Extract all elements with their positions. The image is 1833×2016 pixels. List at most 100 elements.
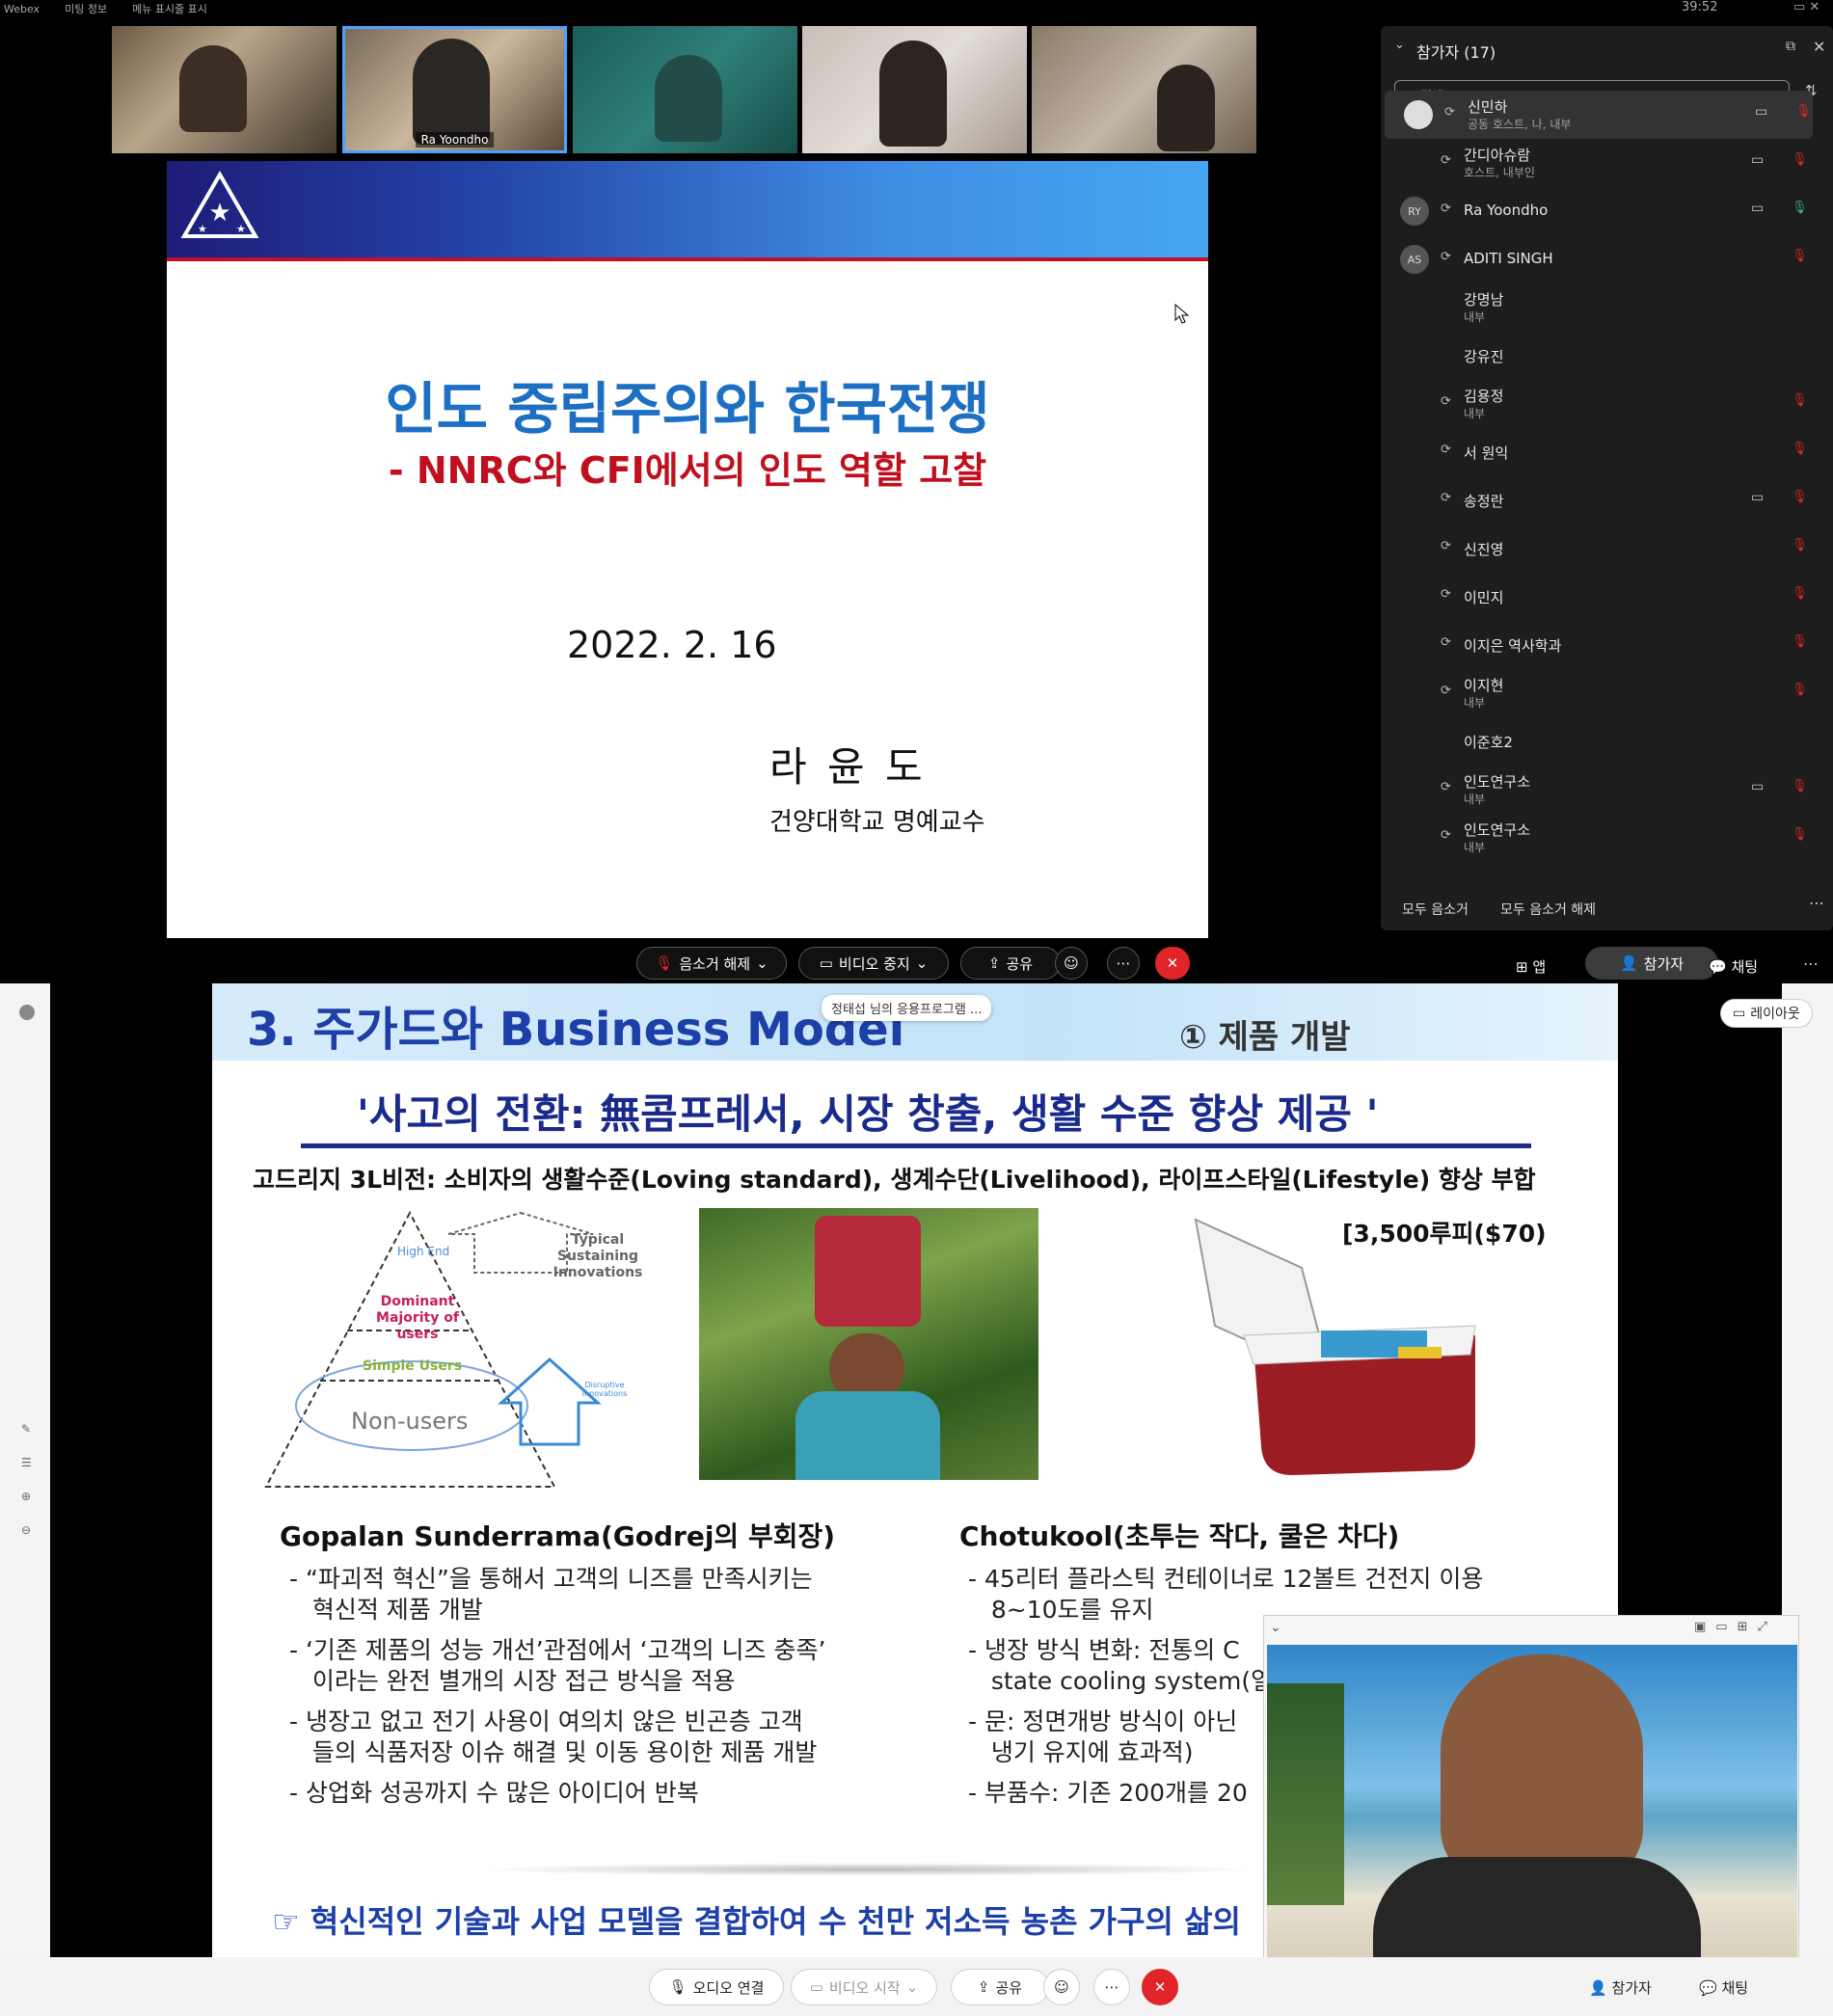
participant-row[interactable]: 강명남 내부 — [1381, 283, 1833, 332]
participant-name: 강명남 — [1464, 291, 1504, 309]
video-view-controls[interactable]: ▣▭⊞⤢ — [1694, 1620, 1777, 1634]
chat-button[interactable]: 💬 채팅 — [1709, 956, 1758, 977]
share-icon: ⇪ — [977, 1978, 990, 1996]
bullet-line: 이라는 완전 별개의 시장 접근 방식을 적용 — [289, 1667, 736, 1695]
slide-header-divider — [167, 257, 1208, 261]
mic-muted-icon[interactable]: 🎙 — [1792, 249, 1808, 263]
layout-button[interactable]: ▭ 레이아웃 — [1720, 999, 1813, 1028]
connect-audio-button[interactable]: 🎙 오디오 연결 — [649, 1969, 784, 2005]
video-thumb-3[interactable] — [573, 26, 797, 153]
mic-muted-icon[interactable]: 🎙 — [1792, 827, 1808, 842]
device-sync-icon: ⟳ — [1441, 153, 1451, 168]
bullet-line: - 45리터 플라스틱 컨테이너로 12볼트 건전지 이용 — [968, 1565, 1484, 1593]
reactions-button[interactable]: ☺ — [1055, 947, 1088, 980]
bullet-line: - 냉장 방식 변화: 전통의 C — [968, 1636, 1240, 1664]
participant-row[interactable]: AS ⟳ ADITI SINGH 🎙 — [1381, 235, 1833, 283]
mic-on-icon[interactable]: 🎙 — [1792, 201, 1808, 215]
participant-row[interactable]: ⟳ 서 원익 🎙 — [1381, 428, 1833, 476]
participant-row[interactable]: ⟳ 인도연구소 내부 ▭ 🎙 — [1381, 766, 1833, 814]
person-silhouette — [655, 55, 722, 142]
participants-button[interactable]: 👤 참가자 — [1585, 947, 1718, 980]
video-thumb-2-active[interactable]: Ra Yoondho — [342, 26, 567, 153]
mic-muted-icon[interactable]: 🎙 — [1792, 538, 1808, 552]
chat-label-2: 채팅 — [1721, 1979, 1749, 1997]
slide2-heading: 3. 주가드와 Business Model — [247, 1003, 905, 1057]
top-control-bar: 🎙 음소거 해제 ⌄ ▭ 비디오 중지 ⌄ ⇪ 공유 ☺ ⋯ ✕ ⊞ 앱 👤 참가자 💬 채… — [0, 945, 1833, 983]
mic-muted-icon[interactable]: 🎙 — [1795, 104, 1812, 119]
participant-row[interactable]: ⟳ 인도연구소 내부 🎙 — [1381, 814, 1833, 862]
collapse-chevron-icon[interactable]: ⌄ — [1394, 38, 1405, 52]
stop-video-button[interactable]: ▭ 비디오 중지 ⌄ — [798, 947, 949, 980]
video-thumb-5[interactable] — [1032, 26, 1256, 153]
slide-title: 인도 중립주의와 한국전쟁 — [385, 376, 990, 442]
mic-muted-icon[interactable]: 🎙 — [1792, 634, 1808, 649]
layout-label: 레이아웃 — [1750, 1007, 1800, 1022]
pyramid-simple-users: Simple Users — [363, 1358, 463, 1374]
mic-muted-icon[interactable]: 🎙 — [1792, 683, 1808, 697]
mic-muted-icon[interactable]: 🎙 — [1792, 779, 1808, 793]
participant-row[interactable]: ⟳ 이지은 역사학과 🎙 — [1381, 621, 1833, 669]
collapse-icon[interactable]: ⌄ — [1270, 1620, 1281, 1635]
participants-button-2[interactable]: 👤 참가자 — [1589, 1977, 1652, 1998]
mute-all-button[interactable]: 모두 음소거 — [1402, 900, 1469, 919]
video-thumb-1[interactable] — [112, 26, 337, 153]
mic-muted-icon[interactable]: 🎙 — [1792, 586, 1808, 601]
star-triangle-logo-icon: ★ ★ ★ — [180, 171, 259, 238]
stop-video-label: 비디오 중지 — [838, 954, 910, 973]
participant-role: 내부 — [1464, 696, 1486, 710]
participant-role: 내부 — [1464, 793, 1486, 806]
more-options-button-2[interactable]: ⋯ — [1093, 1969, 1130, 2005]
unmute-all-button[interactable]: 모두 음소거 해제 — [1500, 900, 1596, 919]
more-icon[interactable]: ⋯ — [1803, 954, 1819, 973]
floating-video-window[interactable]: ⌄ ▣▭⊞⤢ — [1263, 1615, 1799, 1962]
participant-row[interactable]: 강유진 — [1381, 332, 1833, 380]
more-options-button[interactable]: ⋯ — [1107, 947, 1140, 980]
start-video-button[interactable]: ▭ 비디오 시작 ⌄ — [791, 1969, 937, 2005]
mic-muted-icon[interactable]: 🎙 — [1792, 393, 1808, 408]
chat-button-2[interactable]: 💬 채팅 — [1699, 1977, 1748, 1998]
participant-row[interactable]: ⟳ 신진영 🎙 — [1381, 524, 1833, 573]
share-label: 공유 — [1006, 954, 1034, 973]
unmute-button[interactable]: 🎙 음소거 해제 ⌄ — [636, 947, 787, 980]
menu-show-menubar[interactable]: 메뉴 표시줄 표시 — [132, 1, 207, 16]
share-icon: ⇪ — [987, 954, 1001, 972]
participant-row[interactable]: ⟳ 이민지 🎙 — [1381, 573, 1833, 621]
participant-row[interactable]: 이준호2 — [1381, 717, 1833, 766]
apps-icon: ⊞ — [1516, 958, 1533, 976]
participant-row[interactable]: ⟳ 김용정 내부 🎙 — [1381, 380, 1833, 428]
device-sync-icon: ⟳ — [1441, 780, 1451, 794]
participant-row[interactable]: ⟳ 간디아슈람 호스트, 내부인 ▭ 🎙 — [1381, 139, 1833, 187]
panel-more-icon[interactable]: ⋯ — [1809, 894, 1824, 912]
bullet-line: - ‘기존 제품의 성능 개선’관점에서 ‘고객의 니즈 충족’ — [289, 1636, 826, 1664]
mic-muted-icon[interactable]: 🎙 — [1792, 490, 1808, 504]
participant-name: 강유진 — [1464, 348, 1504, 365]
reactions-button-2[interactable]: ☺ — [1043, 1969, 1080, 2005]
participant-name: 이민지 — [1464, 589, 1504, 606]
popout-icon[interactable]: ⧉ — [1786, 39, 1795, 54]
leave-meeting-button-2[interactable]: ✕ — [1142, 1969, 1178, 2005]
leave-meeting-button[interactable]: ✕ — [1155, 947, 1190, 980]
share-button[interactable]: ⇪ 공유 — [960, 947, 1061, 980]
mic-muted-icon[interactable]: 🎙 — [1792, 442, 1808, 456]
menu-meeting-info[interactable]: 미팅 정보 — [65, 1, 107, 16]
video-thumb-4[interactable] — [802, 26, 1027, 153]
svg-text:★: ★ — [198, 223, 207, 235]
participant-row[interactable]: RY ⟳ Ra Yoondho ▭ 🎙 — [1381, 187, 1833, 235]
mic-muted-icon[interactable]: 🎙 — [1792, 152, 1808, 167]
video-status-icon: ▭ — [1751, 152, 1765, 168]
annotation-tools[interactable]: ✎ ☰ ⊕ ⊖ — [21, 1412, 32, 1547]
device-sync-icon: ⟳ — [1441, 539, 1451, 553]
participant-row[interactable]: ⟳ 송정란 ▭ 🎙 — [1381, 476, 1833, 524]
person-silhouette — [1157, 65, 1215, 151]
participant-row[interactable]: ⟳ 신민하 공동 호스트, 나, 내부 ▭ 🎙 — [1385, 91, 1813, 139]
sharing-tag[interactable]: 정태섭 님의 응용프로그램 ... — [822, 995, 992, 1021]
apps-button[interactable]: ⊞ 앱 — [1516, 956, 1546, 977]
close-icon[interactable]: ✕ — [1813, 38, 1825, 56]
participant-name: 간디아슈람 — [1464, 147, 1531, 164]
share-button-2[interactable]: ⇪ 공유 — [951, 1969, 1049, 2005]
video-status-icon: ▭ — [1755, 104, 1768, 120]
window-controls[interactable]: ▭ ✕ — [1793, 0, 1820, 14]
smiley-icon: ☺ — [1064, 954, 1079, 972]
video-off-icon: ▭ — [809, 1978, 823, 1996]
participant-row[interactable]: ⟳ 이지현 내부 🎙 — [1381, 669, 1833, 717]
